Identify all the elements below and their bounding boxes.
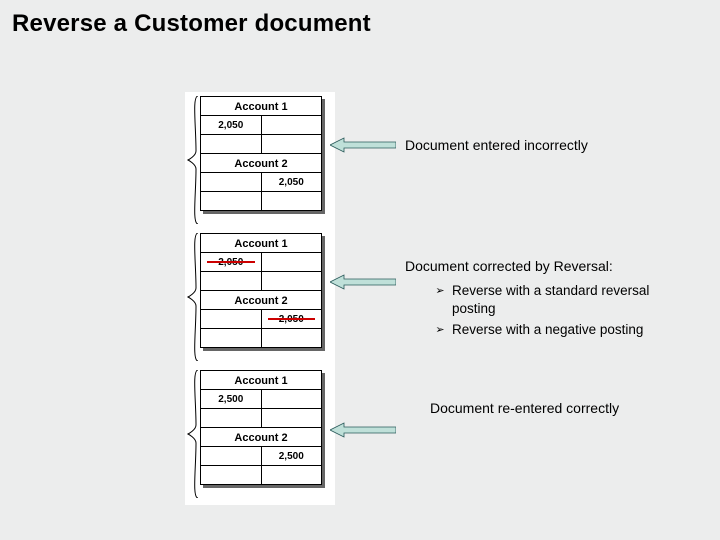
ledger-1-acct2-right: 2,050 bbox=[262, 173, 322, 191]
ledger-block-1: Account 1 2,050 Account 2 2,050 bbox=[200, 96, 322, 211]
bullet-text: Reverse with a negative posting bbox=[452, 321, 688, 339]
ledger-2-acct2-right: 2,050 bbox=[262, 310, 322, 328]
ledger-3-acct2-title: Account 2 bbox=[201, 428, 321, 446]
bullet-icon: ➢ bbox=[428, 323, 452, 341]
ledger-1-acct2-title: Account 2 bbox=[201, 154, 321, 172]
ledger-3-acct1-right bbox=[262, 390, 322, 408]
page-title: Reverse a Customer document bbox=[12, 10, 371, 38]
ledger-1-acct1: Account 1 2,050 bbox=[201, 97, 321, 153]
ledger-1-acct2-left bbox=[201, 173, 262, 191]
ledger-2-acct1-right bbox=[262, 253, 322, 271]
ledger-2-acct1: Account 1 2,050 bbox=[201, 234, 321, 290]
brace-icon bbox=[186, 370, 200, 498]
caption-reentered: Document re-entered correctly bbox=[430, 400, 619, 416]
brace-icon bbox=[186, 233, 200, 361]
arrow-left-icon bbox=[330, 273, 396, 291]
ledger-block-3: Account 1 2,500 Account 2 2,500 bbox=[200, 370, 322, 485]
ledger-3-acct2-left bbox=[201, 447, 262, 465]
ledger-3-acct2-right: 2,500 bbox=[262, 447, 322, 465]
ledger-3-acct1: Account 1 2,500 bbox=[201, 371, 321, 427]
ledger-2-acct1-left: 2,050 bbox=[201, 253, 262, 271]
ledger-1-acct2: Account 2 2,050 bbox=[201, 154, 321, 210]
ledger-3-acct1-title: Account 1 bbox=[201, 371, 321, 389]
ledger-1-acct1-left: 2,050 bbox=[201, 116, 262, 134]
arrow-left-icon bbox=[330, 136, 396, 154]
caption-reversal: Document corrected by Reversal: bbox=[405, 258, 613, 274]
brace-icon bbox=[186, 96, 200, 224]
ledger-2-acct2-left bbox=[201, 310, 262, 328]
bullet-item: ➢ Reverse with a standard reversal posti… bbox=[428, 282, 688, 317]
ledger-3-acct1-left: 2,500 bbox=[201, 390, 262, 408]
ledger-3-acct2: Account 2 2,500 bbox=[201, 428, 321, 484]
slide: Reverse a Customer document Account 1 2,… bbox=[0, 0, 720, 540]
bullet-text: Reverse with a standard reversal posting bbox=[452, 282, 688, 317]
arrow-left-icon bbox=[330, 421, 396, 439]
bullet-item: ➢ Reverse with a negative posting bbox=[428, 321, 688, 339]
ledger-1-acct1-right bbox=[262, 116, 322, 134]
ledger-2-acct1-title: Account 1 bbox=[201, 234, 321, 252]
ledger-block-2: Account 1 2,050 Account 2 2,050 bbox=[200, 233, 322, 348]
ledger-2-acct2-title: Account 2 bbox=[201, 291, 321, 309]
ledger-2-acct2: Account 2 2,050 bbox=[201, 291, 321, 347]
bullet-icon: ➢ bbox=[428, 284, 452, 319]
ledger-1-acct1-title: Account 1 bbox=[201, 97, 321, 115]
caption-incorrect: Document entered incorrectly bbox=[405, 137, 588, 153]
reversal-bullets: ➢ Reverse with a standard reversal posti… bbox=[428, 278, 688, 339]
